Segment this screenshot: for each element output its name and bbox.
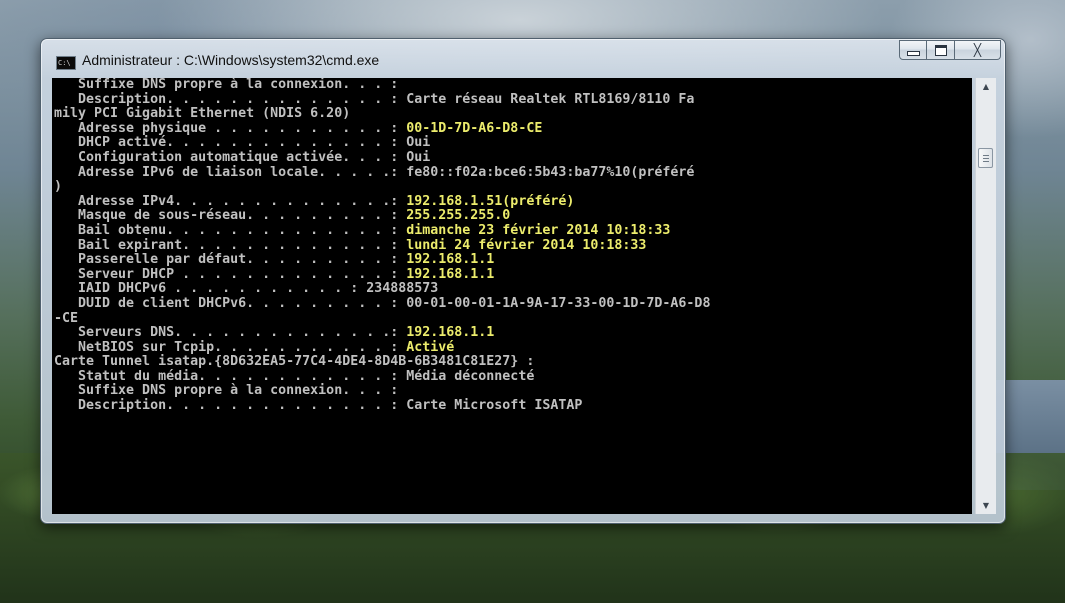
caption-buttons: ╳ <box>899 40 1001 61</box>
console-line: mily PCI Gigabit Ethernet (NDIS 6.20) <box>52 106 972 122</box>
console-line: Bail obtenu. . . . . . . . . . . . . . :… <box>52 222 972 239</box>
console-line-value: 192.168.1.1 <box>398 325 495 341</box>
console-line-label: Serveurs DNS. . . . . . . . . . . . . .: <box>54 325 399 341</box>
console-line-label: ) <box>54 179 63 195</box>
scroll-up-button[interactable]: ▲ <box>976 78 996 95</box>
console-line-value: 00-01-00-01-1A-9A-17-33-00-1D-7D-A6-D8 <box>398 295 711 311</box>
console-line: -CE <box>52 310 972 327</box>
console-line-value: 192.168.1.1 <box>398 266 495 282</box>
grip-line <box>983 161 989 163</box>
minimize-icon <box>906 50 920 56</box>
console-line-label: Masque de sous-réseau. . . . . . . . . : <box>54 208 399 224</box>
cmd-window[interactable]: C:\ Administrateur : C:\Windows\system32… <box>40 38 1006 524</box>
console-line-label: -CE <box>54 310 79 326</box>
console-line: Bail expirant. . . . . . . . . . . . . :… <box>52 237 972 254</box>
console-line: Configuration automatique activée. . . :… <box>52 149 972 166</box>
console-line-value: lundi 24 février 2014 10:18:33 <box>398 237 647 253</box>
minimize-button[interactable] <box>899 40 927 60</box>
scroll-down-icon: ▼ <box>982 501 990 510</box>
console-line-label: DHCP activé. . . . . . . . . . . . . . : <box>54 135 399 151</box>
console-line-label: mily PCI Gigabit Ethernet (NDIS 6.20) <box>54 106 351 122</box>
console-line-value: fe80::f02a:bce6:5b43:ba77%10(préféré <box>398 164 695 180</box>
console-line: Suffixe DNS propre à la connexion. . . : <box>52 78 972 93</box>
console-line-value: Média déconnecté <box>398 368 535 384</box>
close-button[interactable]: ╳ <box>955 40 1001 60</box>
console-line: DHCP activé. . . . . . . . . . . . . . :… <box>52 136 972 151</box>
console-line-label: Carte Tunnel isatap.{8D632EA5-77C4-4DE4-… <box>54 354 535 370</box>
console-line: Masque de sous-réseau. . . . . . . . . :… <box>52 209 972 224</box>
console-line-label: Bail obtenu. . . . . . . . . . . . . . : <box>54 222 399 238</box>
console-line-value: 00-1D-7D-A6-D8-CE <box>398 120 543 136</box>
cmd-icon[interactable]: C:\ <box>56 56 76 70</box>
grip-line <box>983 155 989 157</box>
maximize-icon <box>934 44 947 56</box>
console-line-label: Adresse IPv6 de liaison locale. . . . .: <box>54 164 399 180</box>
console-line: Suffixe DNS propre à la connexion. . . : <box>52 384 972 399</box>
console-line-value: Oui <box>398 149 431 165</box>
console-line-label: IAID DHCPv6 . . . . . . . . . . . : <box>54 281 359 297</box>
console-line-label: Configuration automatique activée. . . : <box>54 149 399 165</box>
console-line: Carte Tunnel isatap.{8D632EA5-77C4-4DE4-… <box>52 354 972 370</box>
console-line: Serveur DHCP . . . . . . . . . . . . . :… <box>52 266 972 283</box>
console-line-label: Adresse physique . . . . . . . . . . . : <box>54 120 399 136</box>
window-title: Administrateur : C:\Windows\system32\cmd… <box>82 52 380 68</box>
console-line-label: Suffixe DNS propre à la connexion. . . : <box>54 78 399 92</box>
console-line: Description. . . . . . . . . . . . . . :… <box>52 398 972 414</box>
console-line-value: Carte réseau Realtek RTL8169/8110 Fa <box>398 91 695 107</box>
console-line-value: Oui <box>398 135 431 151</box>
console-line-label: Description. . . . . . . . . . . . . . : <box>54 398 399 414</box>
console-line-label: Description. . . . . . . . . . . . . . : <box>54 91 399 107</box>
console-line: IAID DHCPv6 . . . . . . . . . . . : 2348… <box>52 282 972 297</box>
grip-line <box>983 158 989 160</box>
console-line: Passerelle par défaut. . . . . . . . . :… <box>52 252 972 268</box>
console-line-label: NetBIOS sur Tcpip. . . . . . . . . . . : <box>54 339 399 355</box>
title-bar[interactable]: C:\ Administrateur : C:\Windows\system32… <box>41 39 1005 77</box>
console-line-value: dimanche 23 février 2014 10:18:33 <box>398 222 671 238</box>
console-line-label: Adresse IPv4. . . . . . . . . . . . . .: <box>54 193 399 209</box>
console-line: Adresse IPv6 de liaison locale. . . . .:… <box>52 164 972 181</box>
console-line-value: Carte Microsoft ISATAP <box>398 398 583 414</box>
console-line-label: Bail expirant. . . . . . . . . . . . . : <box>54 237 399 253</box>
console-line-label: Suffixe DNS propre à la connexion. . . : <box>54 383 399 399</box>
console-line-value: Activé <box>398 339 455 355</box>
scroll-up-icon: ▲ <box>982 82 990 91</box>
scroll-down-button[interactable]: ▼ <box>976 497 996 514</box>
console-line-value: 192.168.1.51(préféré) <box>398 193 575 209</box>
console-output[interactable]: Suffixe DNS propre à la connexion. . . :… <box>52 78 972 514</box>
console-line-label: Serveur DHCP . . . . . . . . . . . . . : <box>54 266 399 282</box>
console-line-value: 234888573 <box>358 281 439 297</box>
scroll-thumb[interactable] <box>978 148 993 169</box>
maximize-button[interactable] <box>927 40 955 60</box>
console-line-label: Passerelle par défaut. . . . . . . . . : <box>54 252 399 268</box>
console-line-label: Statut du média. . . . . . . . . . . . : <box>54 368 399 384</box>
console-line-value: 255.255.255.0 <box>398 208 511 224</box>
console-line-value: 192.168.1.1 <box>398 252 495 268</box>
vertical-scrollbar[interactable]: ▲ ▼ <box>975 78 996 514</box>
console-line: DUID de client DHCPv6. . . . . . . . . :… <box>52 295 972 312</box>
console-line-label: DUID de client DHCPv6. . . . . . . . . : <box>54 295 399 311</box>
close-icon: ╳ <box>973 43 982 57</box>
console-line: Serveurs DNS. . . . . . . . . . . . . .:… <box>52 325 972 341</box>
console-line: ) <box>52 179 972 195</box>
console-line: Description. . . . . . . . . . . . . . :… <box>52 91 972 108</box>
